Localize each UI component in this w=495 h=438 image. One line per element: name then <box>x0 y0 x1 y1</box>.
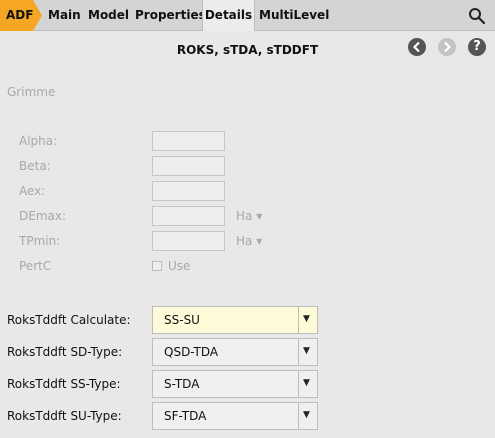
tab-details[interactable]: Details <box>202 0 255 31</box>
tpmin-field[interactable] <box>152 231 225 251</box>
tab-adf[interactable]: ADF <box>0 0 42 31</box>
pertc-label: PertC <box>19 259 52 273</box>
forward-button[interactable] <box>438 38 456 56</box>
tpmin-unit-dropdown[interactable]: Ha ▾ <box>236 234 262 248</box>
chevron-left-icon <box>412 41 420 53</box>
roks-calculate-value: SS-SU <box>164 313 200 327</box>
demax-field[interactable] <box>152 206 225 226</box>
pertc-checkbox[interactable] <box>152 261 162 271</box>
dropdown-arrow-icon[interactable]: ▼ <box>298 371 317 397</box>
roks-su-type-select[interactable]: SF-TDA ▼ <box>152 402 318 430</box>
beta-field[interactable] <box>152 156 225 176</box>
roks-ss-type-select[interactable]: S-TDA ▼ <box>152 370 318 398</box>
tab-properties[interactable]: Properties <box>135 0 206 31</box>
beta-label: Beta: <box>19 159 51 173</box>
dropdown-arrow-icon[interactable]: ▼ <box>298 307 317 333</box>
alpha-field[interactable] <box>152 131 225 151</box>
top-tab-bar: ADF Main Model Properties Details MultiL… <box>0 0 495 31</box>
pertc-checkbox-label: Use <box>168 259 191 273</box>
demax-unit-dropdown[interactable]: Ha ▾ <box>236 209 262 223</box>
chevron-right-icon <box>444 41 452 53</box>
help-button[interactable]: ? <box>468 38 486 56</box>
roks-calculate-label: RoksTddft Calculate: <box>7 313 131 327</box>
roks-sd-type-value: QSD-TDA <box>164 345 219 359</box>
tpmin-label: TPmin: <box>19 234 61 248</box>
dropdown-arrow-icon[interactable]: ▼ <box>298 339 317 365</box>
search-icon[interactable] <box>468 7 486 25</box>
roks-sd-type-label: RoksTddft SD-Type: <box>7 345 123 359</box>
tab-adf-label: ADF <box>6 8 34 22</box>
roks-su-type-value: SF-TDA <box>164 409 207 423</box>
roks-su-type-label: RoksTddft SU-Type: <box>7 409 122 423</box>
roks-ss-type-value: S-TDA <box>164 377 200 391</box>
section-title-grimme: Grimme <box>7 85 56 99</box>
roks-calculate-select[interactable]: SS-SU ▼ <box>152 306 318 334</box>
aex-field[interactable] <box>152 181 225 201</box>
demax-label: DEmax: <box>19 209 67 223</box>
dropdown-arrow-icon[interactable]: ▼ <box>298 403 317 429</box>
tab-multilevel[interactable]: MultiLevel <box>259 0 329 31</box>
roks-ss-type-label: RoksTddft SS-Type: <box>7 377 121 391</box>
aex-label: Aex: <box>19 184 46 198</box>
tab-model[interactable]: Model <box>88 0 129 31</box>
tab-main[interactable]: Main <box>48 0 81 31</box>
alpha-label: Alpha: <box>19 134 58 148</box>
back-button[interactable] <box>408 38 426 56</box>
roks-sd-type-select[interactable]: QSD-TDA ▼ <box>152 338 318 366</box>
